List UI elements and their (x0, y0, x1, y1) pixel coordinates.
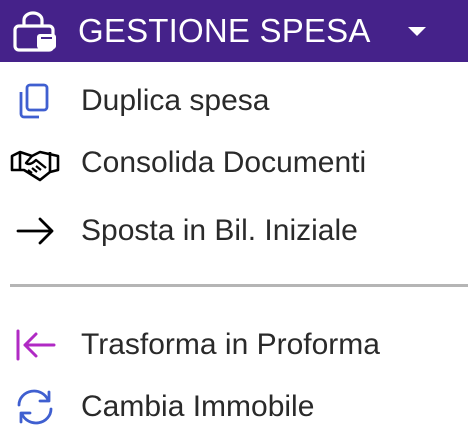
arrow-left-to-bar-icon (16, 329, 56, 361)
arrow-right-icon (16, 217, 54, 245)
caret-down-icon[interactable] (408, 27, 426, 36)
menu-header[interactable]: GESTIONE SPESA (0, 0, 468, 62)
menu-item-consolida-documenti[interactable]: Consolida Documenti (0, 136, 468, 190)
shopping-bag-icon (13, 11, 56, 52)
copy-icon (19, 83, 49, 119)
menu-item-sposta-bil-iniziale[interactable]: Sposta in Bil. Iniziale (0, 204, 468, 258)
menu-item-trasforma-proforma[interactable]: Trasforma in Proforma (0, 318, 468, 372)
menu-item-label: Cambia Immobile (81, 390, 315, 423)
expense-actions-menu: GESTIONE SPESA Duplica spesa Consolida D… (0, 0, 468, 440)
menu-title: GESTIONE SPESA (78, 12, 371, 49)
sync-icon (17, 389, 53, 425)
menu-item-label: Consolida Documenti (81, 146, 367, 179)
menu-item-label: Sposta in Bil. Iniziale (81, 214, 358, 247)
menu-item-cambia-immobile[interactable]: Cambia Immobile (0, 380, 468, 434)
menu-item-label: Trasforma in Proforma (81, 328, 380, 361)
menu-item-label: Duplica spesa (81, 84, 270, 117)
menu-item-duplica-spesa[interactable]: Duplica spesa (0, 74, 468, 128)
handshake-icon (10, 150, 60, 182)
menu-divider (10, 284, 468, 287)
